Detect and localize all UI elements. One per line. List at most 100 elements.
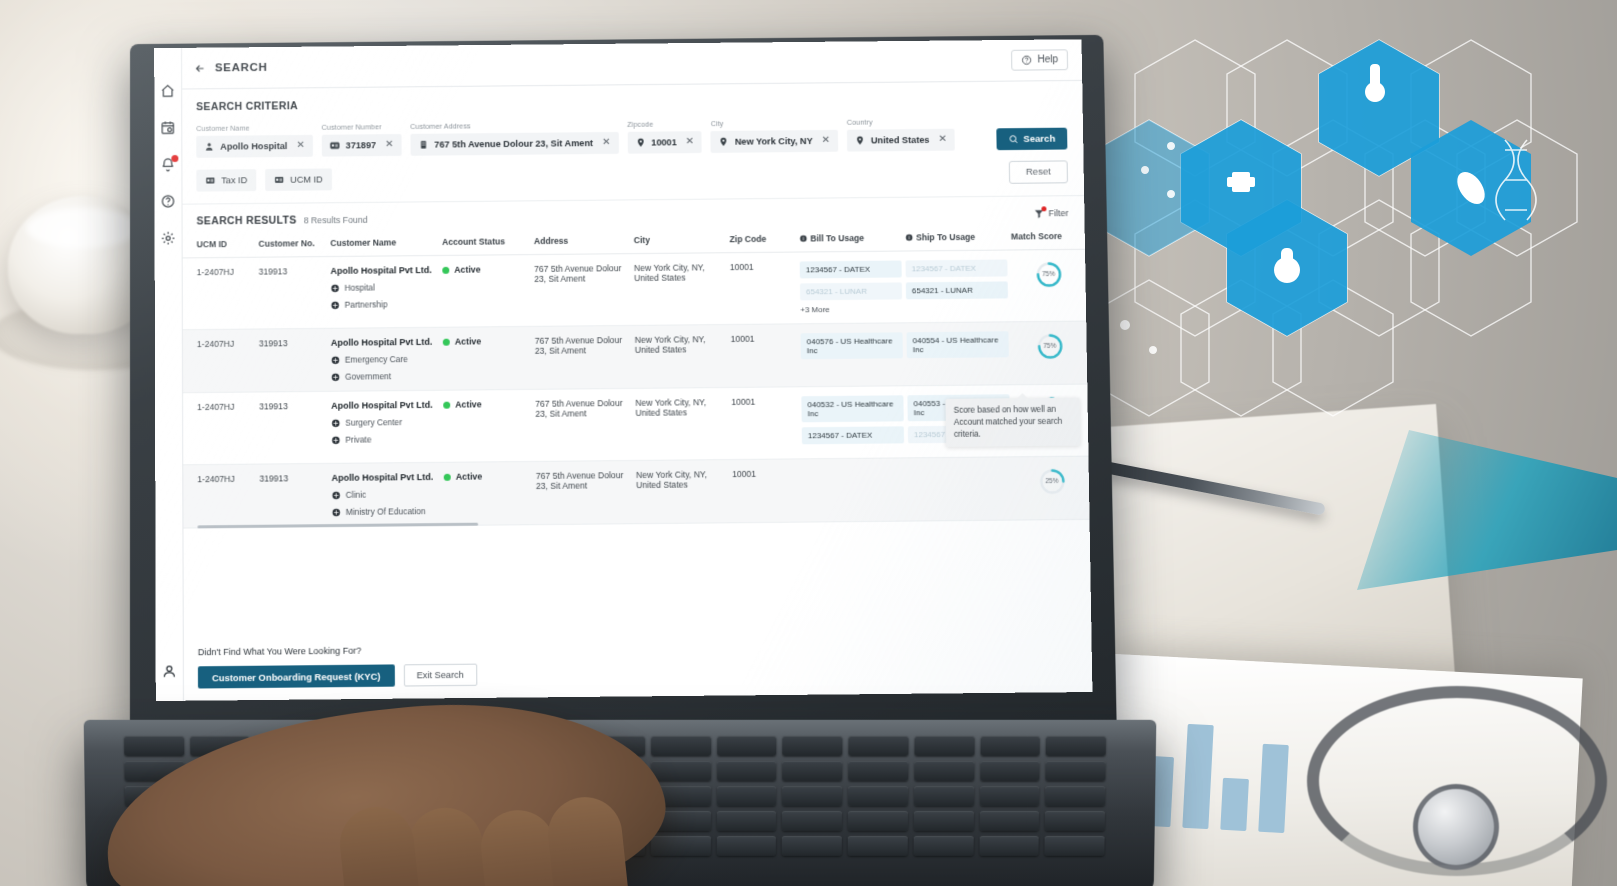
keyboard-key[interactable] [979,760,1040,781]
table-row[interactable]: 1-2407HJ 319913 Apollo Hospital Pvt Ltd.… [182,249,1090,330]
col-match-score[interactable]: Match Score [1010,224,1090,250]
chip-customer-name[interactable]: Apollo Hospital ✕ [196,134,313,158]
bill-to-usage-chip[interactable]: 1234567 - DATEX [801,426,905,445]
filter-button[interactable]: Filter [1033,205,1069,219]
col-label: Bill To Usage [810,232,865,244]
keyboard-key[interactable] [1045,785,1106,807]
search-button[interactable]: Search [996,127,1068,151]
ship-to-usage-chip[interactable]: 040554 - US Healthcare Inc [906,331,1009,359]
keyboard-key[interactable] [979,835,1039,856]
keyboard-key[interactable] [913,810,974,831]
keyboard-key[interactable] [1045,735,1107,756]
field-zipcode: Zipcode 10001 ✕ [627,119,703,154]
customer-onboarding-button[interactable]: Customer Onboarding Request (KYC) [197,664,395,689]
col-zip-code[interactable]: Zip Code [729,227,800,253]
col-city[interactable]: City [633,228,730,254]
match-score[interactable]: 75% [1011,259,1085,289]
close-icon[interactable]: ✕ [385,139,393,150]
cell-zip: 10001 [731,396,756,407]
ship-to-usage-chip[interactable]: 654321 - LUNAR [905,281,1008,300]
chip-country[interactable]: United States ✕ [846,128,955,152]
keyboard-key[interactable] [1045,760,1106,781]
chip-customer-address[interactable]: 767 5th Avenue Dolour 23, Sit Ament ✕ [410,131,619,156]
keyboard-key[interactable] [979,785,1040,807]
close-icon[interactable]: ✕ [938,134,947,145]
keyboard-key[interactable] [913,785,974,807]
help-circle-icon[interactable] [161,194,176,209]
chip-value: 767 5th Avenue Dolour 23, Sit Ament [434,138,594,150]
match-score[interactable]: 75% [1012,331,1086,361]
cell-address: 767 5th Avenue Dolour 23, Sit Ament [535,397,623,419]
customer-tag: Emergency Care [331,354,439,365]
user-icon[interactable] [162,663,177,678]
keyboard-key[interactable] [650,760,711,781]
cell-zip: 10001 [730,323,802,388]
gear-icon[interactable] [161,231,176,246]
keyboard-key[interactable] [782,735,843,756]
close-icon[interactable]: ✕ [296,140,304,151]
bill-to-usage-chip[interactable]: 1234567 - DATEX [799,260,902,279]
cell-customer-name: Apollo Hospital Pvt Ltd. Clinic Ministry… [331,462,445,527]
exit-search-button[interactable]: Exit Search [403,663,478,687]
chip-zipcode[interactable]: 10001 ✕ [627,131,703,154]
bill-to-usage-chip[interactable]: 040532 - US Healthcare Inc [801,395,904,423]
chip-ucm-id[interactable]: UCM ID [265,167,332,191]
keyboard-key[interactable] [650,835,711,856]
keyboard-key[interactable] [123,735,185,756]
close-icon[interactable]: ✕ [602,137,610,148]
col-ucm-id[interactable]: UCM ID [182,232,259,258]
keyboard-key[interactable] [848,785,908,807]
keyboard-key[interactable] [848,735,909,756]
table-row[interactable]: 1-2407HJ 319913 Apollo Hospital Pvt Ltd.… [183,455,1090,529]
keyboard-key[interactable] [716,810,777,831]
customer-tag: Surgery Center [331,417,439,428]
keyboard-key[interactable] [979,810,1040,831]
chip-customer-number[interactable]: 371897 ✕ [321,134,402,157]
finger [336,803,423,886]
keyboard-key[interactable] [1044,810,1105,831]
help-button[interactable]: Help [1011,49,1069,71]
col-label: Ship To Usage [916,231,976,243]
keyboard-key[interactable] [716,760,777,781]
keyboard-key[interactable] [716,735,777,756]
keyboard-key[interactable] [716,835,777,856]
info-icon [799,235,807,243]
keyboard-key[interactable] [914,760,975,781]
keyboard-key[interactable] [782,760,843,781]
col-account-status[interactable]: Account Status [442,230,535,256]
keyboard-key[interactable] [650,735,711,756]
pin-icon [719,137,729,147]
reset-button[interactable]: Reset [1008,160,1068,184]
keyboard-key[interactable] [782,785,843,807]
chip-tax-id[interactable]: Tax ID [196,168,257,192]
keyboard-key[interactable] [782,810,843,831]
keyboard-key[interactable] [848,760,909,781]
chip-city[interactable]: New York City, NY ✕ [710,129,839,153]
keyboard-key[interactable] [782,835,842,856]
col-customer-no[interactable]: Customer No. [258,232,331,258]
close-icon[interactable]: ✕ [686,136,694,147]
bell-icon[interactable] [160,155,179,172]
keyboard-key[interactable] [716,785,777,807]
col-address[interactable]: Address [533,229,634,255]
keyboard-key[interactable] [913,835,974,856]
keyboard-key[interactable] [980,735,1041,756]
ship-to-usage-chip[interactable]: 1234567 - DATEX [905,259,1008,278]
bill-to-usage-chip[interactable]: 654321 - LUNAR [799,282,903,301]
more-link[interactable]: +3 More [800,304,902,314]
col-bill-to-usage[interactable]: Bill To Usage [799,226,906,253]
pin-icon [635,138,645,148]
calendar-clock-icon[interactable] [160,120,175,135]
keyboard-key[interactable] [847,835,908,856]
col-ship-to-usage[interactable]: Ship To Usage [905,225,1012,252]
close-icon[interactable]: ✕ [822,135,831,146]
keyboard-key[interactable] [847,810,908,831]
table-row[interactable]: 1-2407HJ 319913 Apollo Hospital Pvt Ltd.… [182,320,1090,393]
col-customer-name[interactable]: Customer Name [330,231,443,257]
bill-to-usage-chip[interactable]: 040576 - US Healthcare Inc [800,332,903,360]
match-score[interactable]: 25% [1015,466,1090,496]
arrow-left-icon[interactable] [194,62,206,74]
home-icon[interactable] [160,84,175,99]
keyboard-key[interactable] [914,735,975,756]
keyboard-key[interactable] [1044,835,1105,856]
